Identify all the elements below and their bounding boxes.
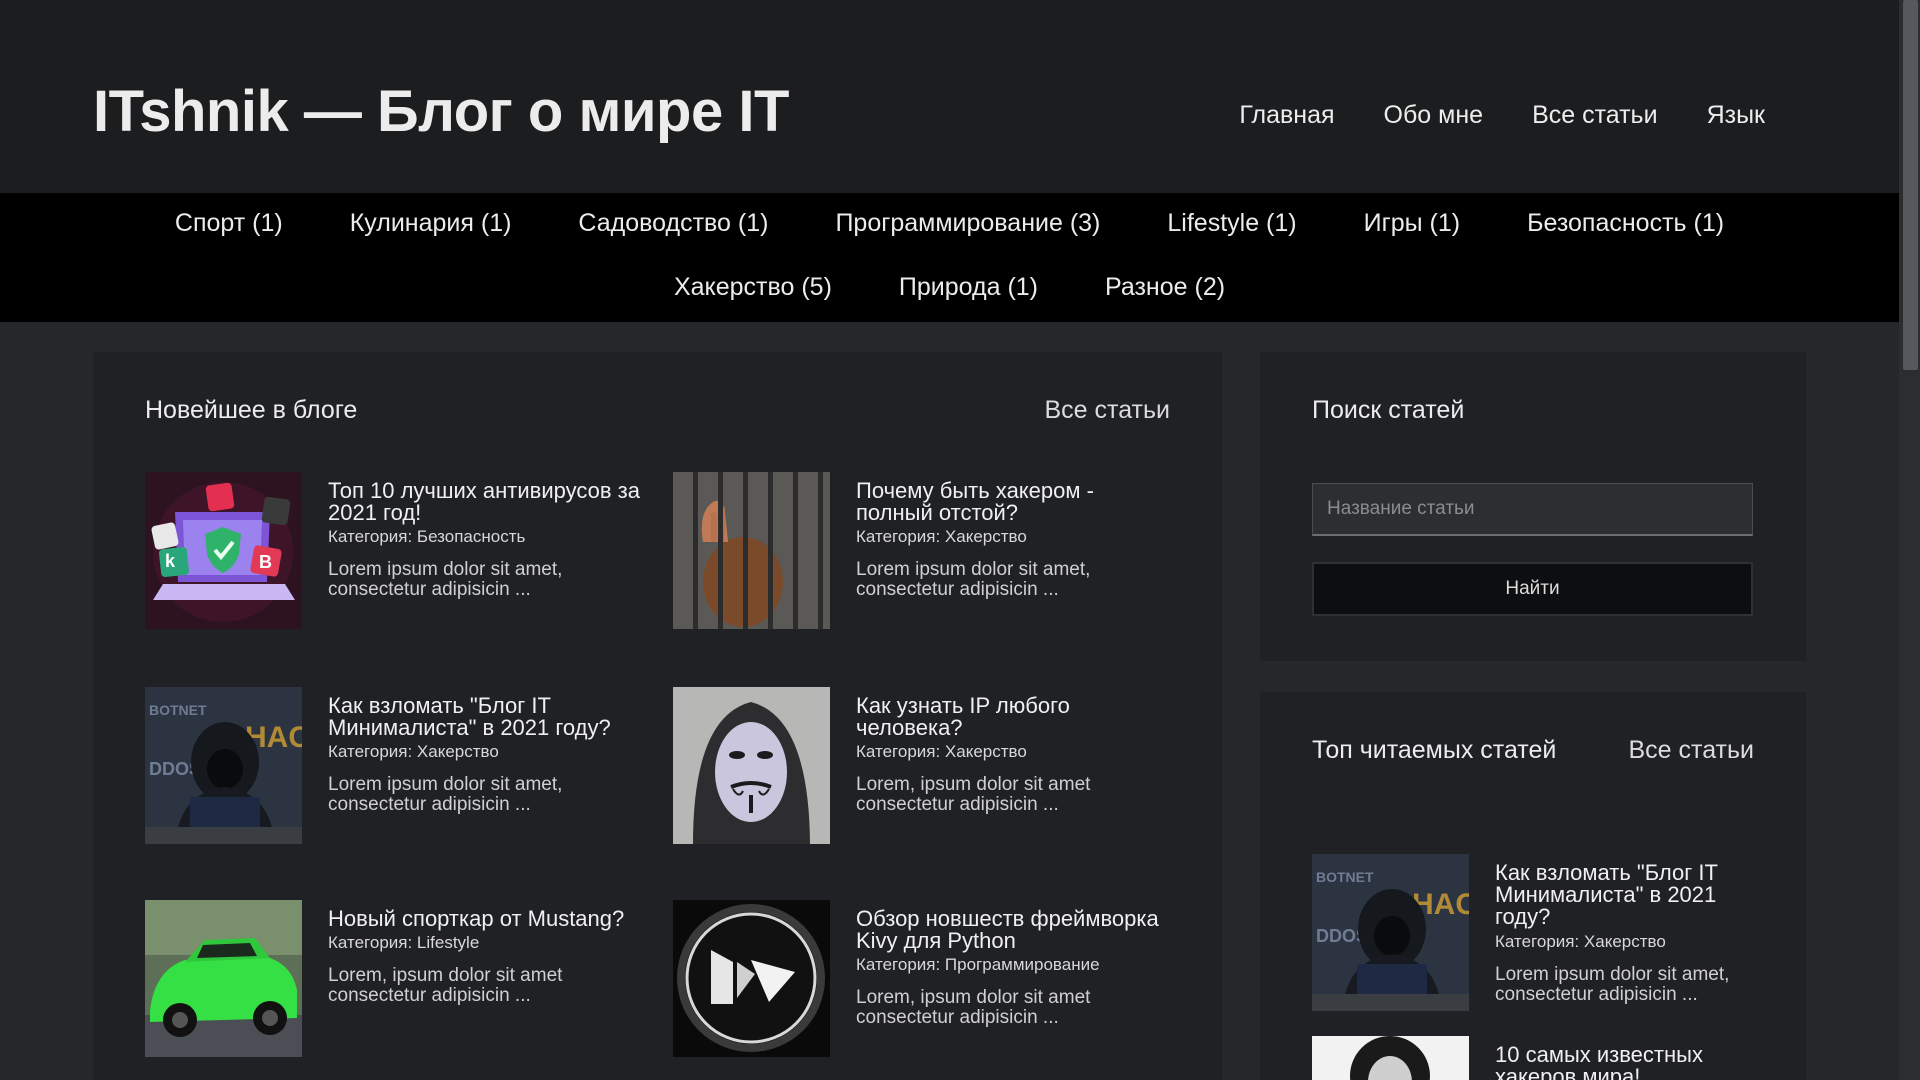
- guy-fawkes-mask-image[interactable]: [673, 687, 830, 844]
- post-category[interactable]: Категория: Lifestyle: [328, 933, 479, 953]
- category-gardening[interactable]: Садоводство (1): [578, 209, 768, 238]
- category-row: Хакерство (5) Природа (1) Разное (2): [0, 273, 1899, 302]
- kivy-logo-image[interactable]: [673, 900, 830, 1057]
- scrollbar-thumb[interactable]: [1903, 0, 1918, 370]
- post-title[interactable]: 10 самых известных хакеров мира!: [1495, 1044, 1755, 1080]
- svg-text:BOTNET: BOTNET: [149, 702, 207, 718]
- post-excerpt: Lorem ipsum dolor sit amet, consectetur …: [328, 559, 563, 600]
- post-title[interactable]: Как взломать "Блог IT Минималиста" в 202…: [328, 695, 648, 739]
- category-programming[interactable]: Программирование (3): [835, 209, 1100, 238]
- nav-home[interactable]: Главная: [1239, 101, 1334, 130]
- category-sport[interactable]: Спорт (1): [175, 209, 283, 238]
- post-card[interactable]: Почему быть хакером - полный отстой? Кат…: [673, 472, 1173, 632]
- post-title[interactable]: Почему быть хакером - полный отстой?: [856, 480, 1176, 524]
- latest-title: Новейшее в блоге: [145, 396, 358, 424]
- page-scrollbar[interactable]: [1899, 0, 1920, 1080]
- post-excerpt: Lorem ipsum dolor sit amet, consectetur …: [856, 559, 1091, 600]
- post-card[interactable]: Новый спорткар от Mustang? Категория: Li…: [145, 900, 645, 1060]
- main-nav: Главная Обо мне Все статьи Язык: [1239, 101, 1765, 130]
- person-portrait-image[interactable]: [1312, 1036, 1469, 1080]
- site-title[interactable]: ITshnik — Блог о мире IT: [93, 78, 789, 145]
- top-read-all-articles-link[interactable]: Все статьи: [1629, 736, 1755, 765]
- category-lifestyle[interactable]: Lifestyle (1): [1167, 209, 1296, 238]
- post-card[interactable]: BOTNET HACK DDOS Как взломать "Блог IT М…: [1312, 854, 1772, 1014]
- post-category[interactable]: Категория: Хакерство: [1495, 932, 1666, 952]
- nav-all-articles[interactable]: Все статьи: [1532, 101, 1658, 130]
- antivirus-laptop-image[interactable]: k B: [145, 472, 302, 629]
- nav-about[interactable]: Обо мне: [1384, 101, 1484, 130]
- category-misc[interactable]: Разное (2): [1105, 273, 1225, 302]
- category-row: Спорт (1) Кулинария (1) Садоводство (1) …: [0, 209, 1899, 238]
- post-card[interactable]: 10 самых известных хакеров мира!: [1312, 1036, 1772, 1080]
- search-button[interactable]: Найти: [1312, 562, 1753, 616]
- post-title[interactable]: Новый спорткар от Mustang?: [328, 908, 648, 930]
- post-excerpt: Lorem ipsum dolor sit amet, consectetur …: [1495, 964, 1730, 1005]
- post-card[interactable]: BOTNET HACK DDOS Как взломать "Блог IT М…: [145, 687, 645, 847]
- nav-language[interactable]: Язык: [1707, 101, 1765, 130]
- search-input[interactable]: [1312, 483, 1753, 536]
- category-cooking[interactable]: Кулинария (1): [350, 209, 512, 238]
- category-nature[interactable]: Природа (1): [899, 273, 1038, 302]
- prison-bars-hand-image[interactable]: [673, 472, 830, 629]
- hooded-hacker-image[interactable]: BOTNET HACK DDOS: [145, 687, 302, 844]
- search-panel: Поиск статей Найти: [1260, 352, 1806, 661]
- post-title[interactable]: Как узнать IP любого человека?: [856, 695, 1176, 739]
- svg-text:B: B: [259, 552, 272, 572]
- top-read-panel: Топ читаемых статей Все статьи BOTNET HA…: [1260, 692, 1806, 1080]
- category-bar: Спорт (1) Кулинария (1) Садоводство (1) …: [0, 193, 1899, 322]
- post-category[interactable]: Категория: Программирование: [856, 955, 1100, 975]
- post-excerpt: Lorem, ipsum dolor sit amet consectetur …: [856, 774, 1091, 815]
- site-header: ITshnik — Блог о мире IT Главная Обо мне…: [0, 0, 1899, 193]
- post-category[interactable]: Категория: Безопасность: [328, 527, 525, 547]
- green-mustang-image[interactable]: [145, 900, 302, 1057]
- latest-posts-panel: Новейшее в блоге Все статьи k B Топ 10 л…: [93, 352, 1222, 1080]
- svg-text:k: k: [165, 551, 176, 571]
- hooded-hacker-image[interactable]: BOTNET HACK DDOS: [1312, 854, 1469, 1011]
- post-title[interactable]: Топ 10 лучших антивирусов за 2021 год!: [328, 480, 648, 524]
- post-title[interactable]: Обзор новшеств фреймворка Kivy для Pytho…: [856, 908, 1176, 952]
- category-games[interactable]: Игры (1): [1364, 209, 1460, 238]
- post-excerpt: Lorem, ipsum dolor sit amet consectetur …: [856, 987, 1091, 1028]
- post-card[interactable]: k B Топ 10 лучших антивирусов за 2021 го…: [145, 472, 645, 632]
- post-title[interactable]: Как взломать "Блог IT Минималиста" в 202…: [1495, 862, 1755, 928]
- post-category[interactable]: Категория: Хакерство: [856, 742, 1027, 762]
- post-category[interactable]: Категория: Хакерство: [328, 742, 499, 762]
- category-hacking[interactable]: Хакерство (5): [674, 273, 832, 302]
- top-read-title: Топ читаемых статей: [1312, 736, 1557, 764]
- post-card[interactable]: Обзор новшеств фреймворка Kivy для Pytho…: [673, 900, 1173, 1060]
- post-excerpt: Lorem, ipsum dolor sit amet consectetur …: [328, 965, 563, 1006]
- svg-text:BOTNET: BOTNET: [1316, 869, 1374, 885]
- post-excerpt: Lorem ipsum dolor sit amet, consectetur …: [328, 774, 563, 815]
- category-security[interactable]: Безопасность (1): [1527, 209, 1724, 238]
- search-title: Поиск статей: [1312, 396, 1465, 424]
- latest-all-articles-link[interactable]: Все статьи: [1045, 396, 1171, 425]
- post-card[interactable]: Как узнать IP любого человека? Категория…: [673, 687, 1173, 847]
- post-category[interactable]: Категория: Хакерство: [856, 527, 1027, 547]
